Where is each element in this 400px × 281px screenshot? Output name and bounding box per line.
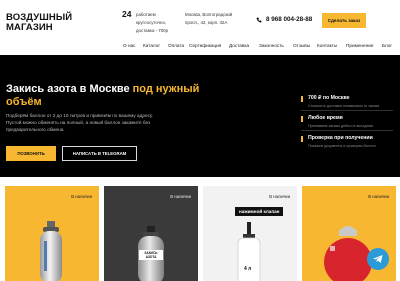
store-address: Москва, Волгоградский просп., 42, корп. … bbox=[185, 12, 233, 25]
hours-text: работаем круглосуточно, доставка - 700р bbox=[136, 12, 169, 33]
nav-item-legality[interactable]: Законность bbox=[259, 43, 284, 48]
product-card[interactable]: В наличии нажимной клапан 4 л bbox=[203, 186, 297, 281]
feature-divider bbox=[301, 110, 393, 111]
silver-cylinder-image bbox=[40, 221, 62, 281]
hero-description: Подберём баллон от 2 до 10 литров и прив… bbox=[6, 113, 154, 132]
feature-title: Проверка при получении bbox=[308, 135, 373, 141]
phone-icon bbox=[256, 17, 262, 23]
order-button[interactable]: Сделать заказ bbox=[322, 13, 366, 28]
nav-item-reviews[interactable]: Отзывы bbox=[293, 43, 310, 48]
telegram-float-button[interactable] bbox=[367, 248, 389, 270]
feature-title: Любое время bbox=[308, 115, 343, 121]
nav-item-payment[interactable]: Оплата bbox=[168, 43, 184, 48]
nav-item-blog[interactable]: Блог bbox=[382, 43, 392, 48]
nav-item-delivery[interactable]: Доставка bbox=[229, 43, 249, 48]
feature-marker bbox=[301, 116, 303, 122]
feature-subtitle: Покажем документы и проверим баллон bbox=[308, 144, 376, 148]
labeled-cylinder-image bbox=[138, 226, 164, 281]
feature-divider bbox=[301, 130, 393, 131]
feature-subtitle: Принимаем заказы днём и в выходные bbox=[308, 124, 374, 128]
hero-section: Закись азота в Москве под нужный объём П… bbox=[0, 55, 400, 177]
main-nav: О нас Каталог Оплата Сертификация Достав… bbox=[0, 38, 400, 55]
site-logo[interactable]: ВОЗДУШНЫЙ МАГАЗИН bbox=[6, 13, 86, 33]
hours-number: 24 bbox=[122, 9, 132, 19]
feature-marker bbox=[301, 136, 303, 142]
site-header: ВОЗДУШНЫЙ МАГАЗИН 24 работаем круглосуто… bbox=[0, 0, 400, 37]
nav-item-about[interactable]: О нас bbox=[123, 43, 136, 48]
cylinder-label: ЗАКИСЬ АЗОТА bbox=[144, 251, 158, 259]
feature-subtitle: Стоимость доставки независимо от заказа bbox=[308, 104, 380, 108]
volume-label: 4 л bbox=[244, 266, 252, 272]
nav-item-contacts[interactable]: Контакты bbox=[317, 43, 337, 48]
hero-title: Закись азота в Москве под нужный объём bbox=[6, 83, 221, 109]
phone-number[interactable]: 8 968 004-28-88 bbox=[266, 16, 312, 23]
feature-title: 700 ₽ по Москве bbox=[308, 95, 350, 101]
nav-item-usage[interactable]: Применение bbox=[346, 43, 373, 48]
nav-item-certification[interactable]: Сертификация bbox=[189, 43, 221, 48]
product-card[interactable]: В наличии ЗАКИСЬ АЗОТА bbox=[104, 186, 198, 281]
telegram-button[interactable]: НАПИСАТЬ В TELEGRAM bbox=[62, 146, 137, 161]
telegram-icon bbox=[373, 255, 383, 263]
call-button[interactable]: ПОЗВОНИТЬ bbox=[6, 146, 56, 161]
product-card[interactable]: В наличии bbox=[5, 186, 99, 281]
nav-item-catalog[interactable]: Каталог bbox=[143, 43, 160, 48]
hero-title-main: Закись азота в Москве bbox=[6, 83, 133, 95]
feature-marker bbox=[301, 96, 303, 102]
